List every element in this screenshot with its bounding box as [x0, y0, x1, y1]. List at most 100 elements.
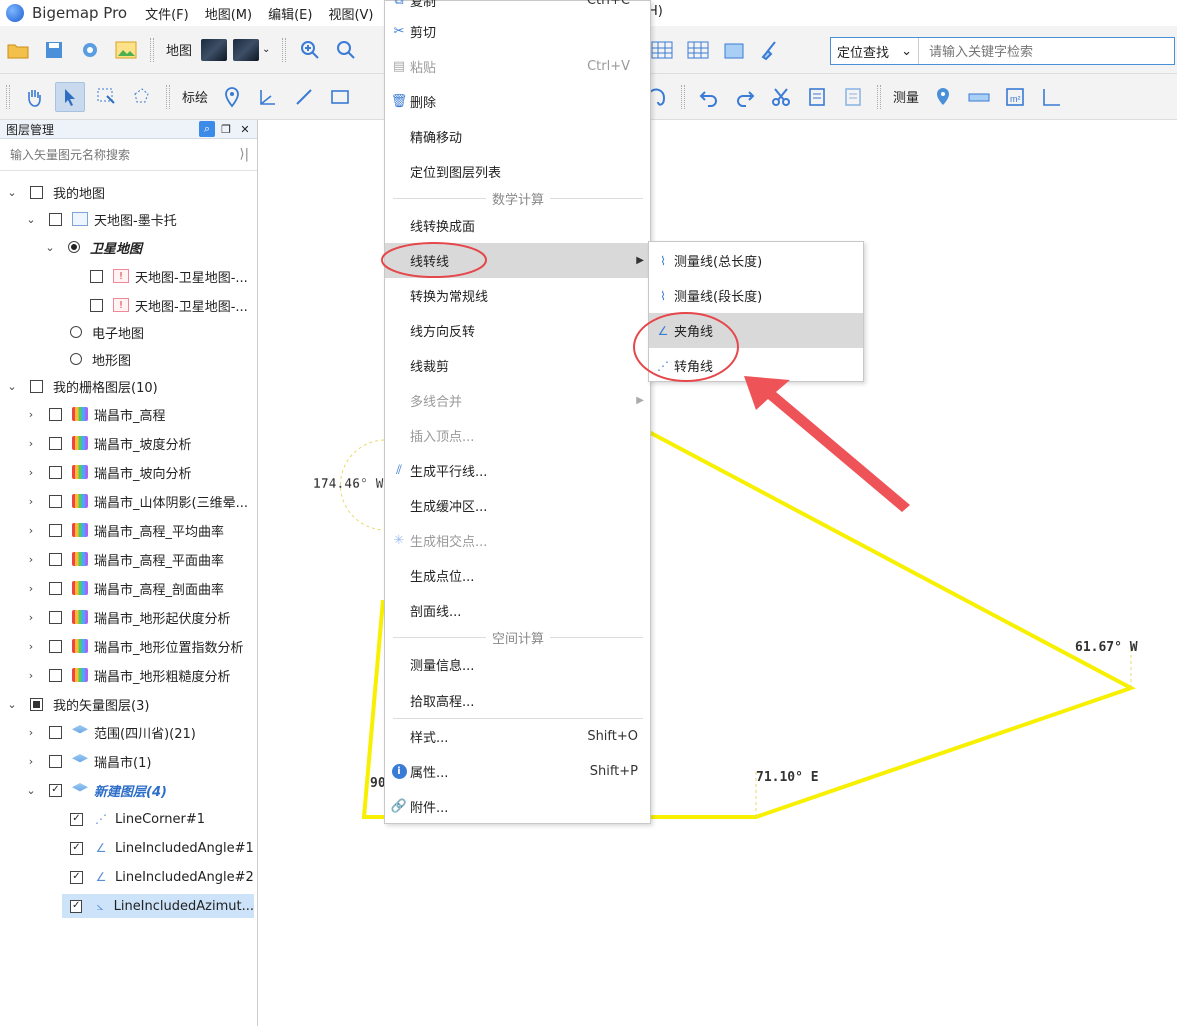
tree-row-feature-selected[interactable]: ✓ ⦣ LineIncludedAzimut...: [62, 894, 254, 918]
save-button[interactable]: [39, 35, 69, 65]
chevron-right-icon[interactable]: ›: [25, 755, 37, 768]
tree-row-vector[interactable]: › 瑞昌市(1): [25, 749, 151, 773]
submenu-measure-total[interactable]: ⌇ 测量线(总长度): [649, 243, 863, 278]
chevron-right-icon[interactable]: ›: [25, 582, 37, 595]
menu-generate-points[interactable]: 生成点位...: [385, 558, 650, 593]
radio-button[interactable]: [70, 353, 82, 365]
map-thumbnail-1[interactable]: [201, 38, 228, 61]
search-mode-dropdown[interactable]: 定位查找 ⌄: [831, 38, 919, 64]
menu-edit[interactable]: 编辑(E): [268, 4, 312, 23]
tree-row-tianditu[interactable]: ⌄ 天地图-墨卡托: [25, 207, 177, 231]
checkbox[interactable]: [49, 668, 62, 682]
menu-parallel-line[interactable]: ⫽ 生成平行线...: [385, 453, 650, 488]
open-folder-button[interactable]: [3, 35, 33, 65]
tree-row-my-map[interactable]: ⌄ 我的地图: [6, 180, 105, 204]
menu-line-to-polygon[interactable]: 线转换成面: [385, 208, 650, 243]
menu-properties[interactable]: i 属性... Shift+P: [385, 754, 650, 789]
chevron-down-icon[interactable]: ⌄: [6, 380, 18, 393]
measure-angle-button[interactable]: [1036, 82, 1066, 112]
export-button[interactable]: [719, 35, 749, 65]
tree-row-electronic-map[interactable]: 电子地图: [70, 320, 144, 344]
ntm-button[interactable]: [647, 35, 677, 65]
tree-row-sat-layer-1[interactable]: ! 天地图-卫星地图-...: [90, 264, 248, 288]
measure-point-button[interactable]: [928, 82, 958, 112]
tree-row-feature[interactable]: ✓ ∠ LineIncludedAngle#2: [70, 865, 254, 889]
menu-pick-elevation[interactable]: 拾取高程...: [385, 683, 650, 718]
tree-row-raster[interactable]: › 瑞昌市_坡度分析: [25, 431, 192, 455]
measure-length-button[interactable]: [964, 82, 994, 112]
menu-measure-info[interactable]: 测量信息...: [385, 647, 650, 682]
checkbox[interactable]: [49, 523, 62, 537]
chevron-right-icon[interactable]: ›: [25, 669, 37, 682]
chevron-right-icon[interactable]: ›: [25, 611, 37, 624]
zoom-in-button[interactable]: [295, 35, 325, 65]
menu-view[interactable]: 视图(V): [328, 4, 373, 23]
menu-map[interactable]: 地图(M): [205, 4, 252, 23]
chevron-down-icon[interactable]: ⌄: [262, 44, 270, 55]
angle-tool-button[interactable]: [253, 82, 283, 112]
radio-button[interactable]: [68, 241, 80, 253]
tree-row-new-layer[interactable]: ⌄ ✓ 新建图层(4): [25, 778, 167, 802]
chevron-down-icon[interactable]: ⌄: [25, 213, 37, 226]
tree-row-satellite[interactable]: ⌄ 卫星地图: [44, 235, 142, 259]
place-marker-button[interactable]: [217, 82, 247, 112]
menu-attachment[interactable]: 🔗 附件...: [385, 789, 650, 824]
menu-paste[interactable]: ▤ 粘贴 Ctrl+V: [385, 49, 650, 84]
tree-row-vector-layers[interactable]: ⌄ 我的矢量图层(3): [6, 692, 149, 716]
tree-row-raster[interactable]: › 瑞昌市_坡向分析: [25, 460, 192, 484]
checkbox[interactable]: [90, 298, 103, 312]
menu-reverse-direction[interactable]: 线方向反转: [385, 313, 650, 348]
measure-area-button[interactable]: m²: [1000, 82, 1030, 112]
checkbox[interactable]: [49, 465, 62, 479]
box-select-button[interactable]: [91, 82, 121, 112]
checkbox[interactable]: [49, 552, 62, 566]
chevron-right-icon[interactable]: ›: [25, 524, 37, 537]
tree-row-vector[interactable]: › 范围(四川省)(21): [25, 720, 196, 744]
chevron-right-icon[interactable]: ›: [25, 640, 37, 653]
tree-row-raster-layers[interactable]: ⌄ 我的栅格图层(10): [6, 374, 158, 398]
menu-line-to-line[interactable]: 线转线 ▶: [385, 243, 650, 278]
menu-style[interactable]: 样式... Shift+O: [385, 719, 650, 754]
mgrs-button[interactable]: [683, 35, 713, 65]
chevron-right-icon[interactable]: ›: [25, 726, 37, 739]
map-thumbnail-2[interactable]: [233, 38, 260, 61]
chevron-down-icon[interactable]: ⌄: [25, 784, 37, 797]
submenu-corner-line[interactable]: ⋰ 转角线: [649, 348, 863, 383]
checkbox[interactable]: ✓: [70, 841, 83, 855]
menu-delete[interactable]: 🗑 删除: [385, 84, 650, 119]
keyword-search-input[interactable]: [919, 38, 1174, 64]
menu-profile-line[interactable]: 剖面线...: [385, 593, 650, 628]
pan-button[interactable]: [19, 82, 49, 112]
chevron-right-icon[interactable]: ›: [25, 408, 37, 421]
chevron-down-icon[interactable]: ⌄: [44, 241, 56, 254]
tree-row-raster[interactable]: › 瑞昌市_高程_剖面曲率: [25, 576, 224, 600]
menu-locate-in-list[interactable]: 定位到图层列表: [385, 154, 650, 189]
chevron-right-icon[interactable]: ›: [25, 466, 37, 479]
tree-row-raster[interactable]: › 瑞昌市_高程: [25, 402, 166, 426]
checkbox[interactable]: [49, 407, 62, 421]
checkbox[interactable]: [49, 436, 62, 450]
chevron-right-icon[interactable]: ›: [25, 495, 37, 508]
menu-insert-vertex[interactable]: 插入顶点...: [385, 418, 650, 453]
image-button[interactable]: [111, 35, 141, 65]
menu-to-regular-line[interactable]: 转换为常规线: [385, 278, 650, 313]
checkbox[interactable]: [30, 185, 43, 199]
menu-intersection-points[interactable]: ✳ 生成相交点...: [385, 523, 650, 558]
select-button[interactable]: [55, 81, 85, 112]
clear-button[interactable]: [755, 35, 785, 65]
menu-buffer[interactable]: 生成缓冲区...: [385, 488, 650, 523]
search-go-icon[interactable]: ⟩|: [240, 147, 249, 162]
tree-row-feature[interactable]: ✓ ⋰ LineCorner#1: [70, 807, 205, 831]
radio-button[interactable]: [70, 326, 82, 338]
layer-search-input[interactable]: [10, 147, 230, 162]
tree-row-raster[interactable]: › 瑞昌市_地形起伏度分析: [25, 605, 231, 629]
rectangle-tool-button[interactable]: [325, 82, 355, 112]
tree-row-raster[interactable]: › 瑞昌市_山体阴影(三维晕...: [25, 489, 248, 513]
panel-search-button[interactable]: ⌕: [199, 121, 215, 137]
zoom-out-button[interactable]: [331, 35, 361, 65]
submenu-included-angle[interactable]: ∠ 夹角线: [649, 313, 863, 348]
menu-file[interactable]: 文件(F): [145, 4, 189, 23]
tree-row-sat-layer-2[interactable]: ! 天地图-卫星地图-...: [90, 293, 248, 317]
checkbox[interactable]: [49, 725, 62, 739]
cut-button[interactable]: [766, 82, 796, 112]
